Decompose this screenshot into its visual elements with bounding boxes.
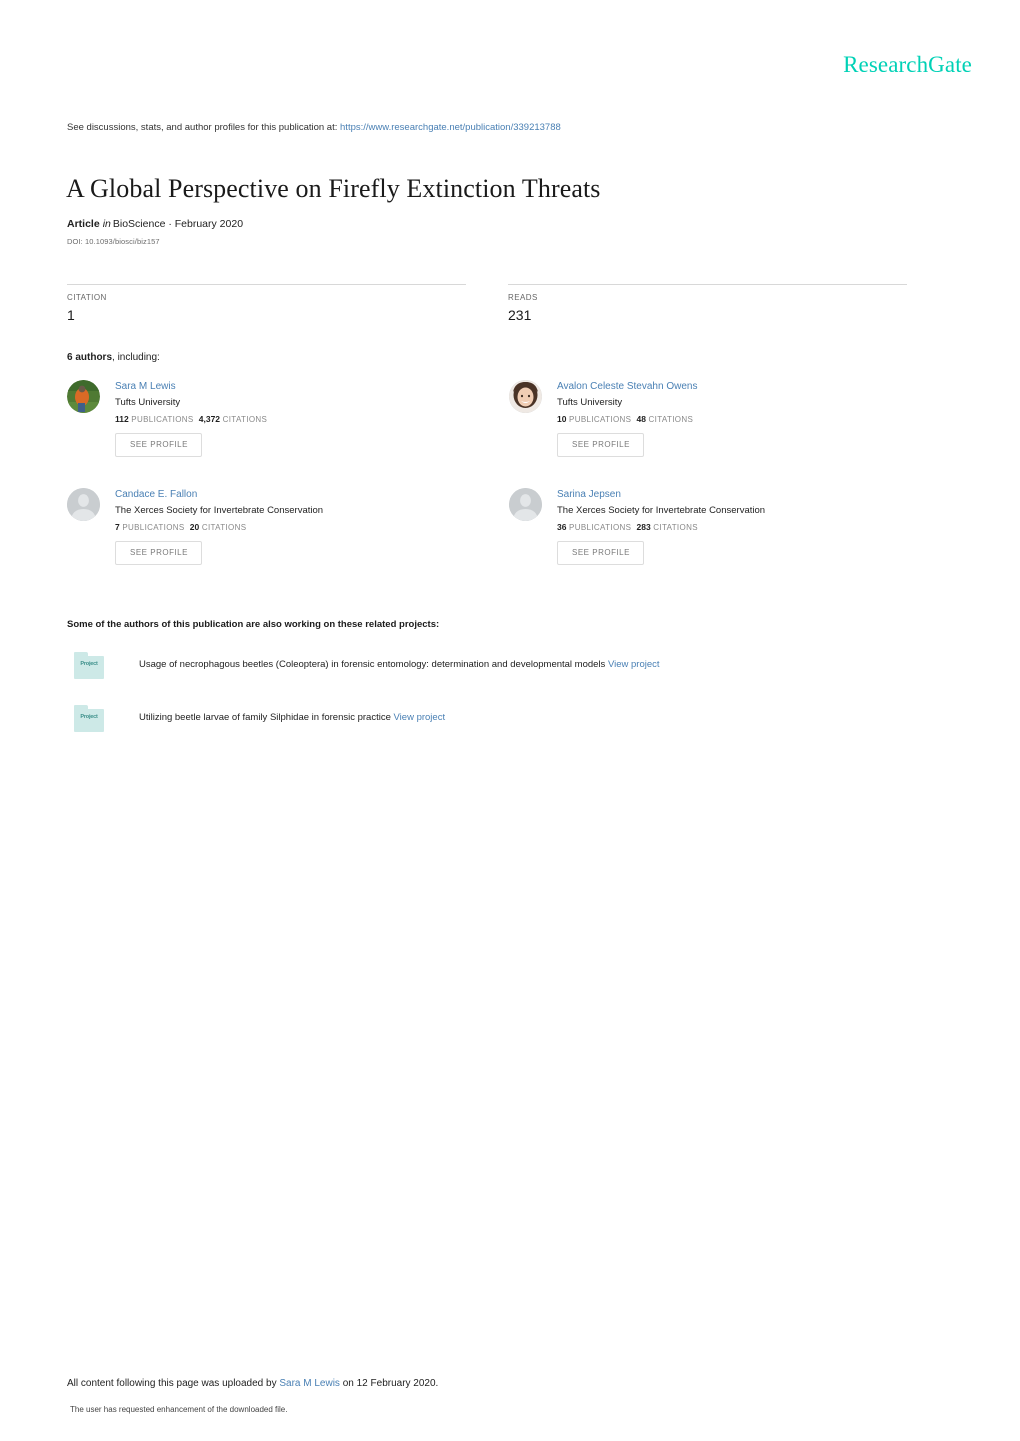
project-title: Usage of necrophagous beetles (Coleopter… bbox=[139, 659, 606, 670]
project-icon-label: Project bbox=[80, 661, 98, 667]
stat-value: 231 bbox=[508, 307, 532, 323]
avatar[interactable] bbox=[67, 380, 100, 413]
see-profile-button[interactable]: SEE PROFILE bbox=[115, 541, 202, 565]
project-folder-icon: Project bbox=[74, 652, 104, 679]
author-body: Candace E. Fallon The Xerces Society for… bbox=[115, 488, 487, 565]
author-stats: 10 PUBLICATIONS 48 CITATIONS bbox=[557, 414, 929, 425]
author-card: Avalon Celeste Stevahn Owens Tufts Unive… bbox=[509, 380, 929, 457]
see-profile-button[interactable]: SEE PROFILE bbox=[557, 433, 644, 457]
author-publications-label: PUBLICATIONS bbox=[131, 415, 194, 424]
author-body: Sarina Jepsen The Xerces Society for Inv… bbox=[557, 488, 929, 565]
stat-citation: CITATION 1 bbox=[67, 284, 466, 324]
author-citations-count: 283 bbox=[636, 522, 651, 532]
author-card: Sara M Lewis Tufts University 112 PUBLIC… bbox=[67, 380, 487, 457]
project-row: Project Usage of necrophagous beetles (C… bbox=[67, 652, 927, 679]
author-stats: 7 PUBLICATIONS 20 CITATIONS bbox=[115, 522, 487, 533]
author-affiliation: The Xerces Society for Invertebrate Cons… bbox=[115, 505, 324, 516]
avatar[interactable] bbox=[509, 380, 542, 413]
author-card: Sarina Jepsen The Xerces Society for Inv… bbox=[509, 488, 929, 565]
see-profile-button[interactable]: SEE PROFILE bbox=[115, 433, 202, 457]
upload-notice: All content following this page was uplo… bbox=[67, 1377, 438, 1391]
author-citations-label: CITATIONS bbox=[201, 523, 247, 532]
related-projects-heading: Some of the authors of this publication … bbox=[67, 619, 440, 630]
article-in-word: in bbox=[102, 218, 111, 230]
author-publications-count: 10 bbox=[557, 414, 567, 424]
author-publications-count: 36 bbox=[557, 522, 567, 532]
author-name-link[interactable]: Sara M Lewis bbox=[115, 380, 487, 393]
article-venue: BioScience · February 2020 bbox=[112, 218, 244, 230]
author-publications-label: PUBLICATIONS bbox=[122, 523, 185, 532]
article-type-label: Article bbox=[67, 218, 100, 230]
author-stats: 36 PUBLICATIONS 283 CITATIONS bbox=[557, 522, 929, 533]
publication-url-link[interactable]: https://www.researchgate.net/publication… bbox=[340, 122, 561, 133]
author-citations-count: 4,372 bbox=[198, 414, 221, 424]
enhancement-notice: The user has requested enhancement of th… bbox=[70, 1405, 288, 1414]
project-title: Utilizing beetle larvae of family Silphi… bbox=[139, 712, 391, 723]
stat-value: 1 bbox=[67, 307, 75, 323]
uploader-link[interactable]: Sara M Lewis bbox=[279, 1378, 340, 1389]
discussion-line: See discussions, stats, and author profi… bbox=[67, 122, 561, 134]
page-title: A Global Perspective on Firefly Extincti… bbox=[66, 174, 601, 204]
author-body: Avalon Celeste Stevahn Owens Tufts Unive… bbox=[557, 380, 929, 457]
discussion-prefix: See discussions, stats, and author profi… bbox=[67, 122, 338, 133]
author-name-link[interactable]: Sarina Jepsen bbox=[557, 488, 929, 501]
author-affiliation: Tufts University bbox=[115, 397, 181, 408]
author-body: Sara M Lewis Tufts University 112 PUBLIC… bbox=[115, 380, 487, 457]
article-doi: DOI: 10.1093/biosci/biz157 bbox=[67, 237, 160, 246]
author-citations-label: CITATIONS bbox=[222, 415, 268, 424]
project-text: Usage of necrophagous beetles (Coleopter… bbox=[139, 652, 927, 672]
see-profile-button[interactable]: SEE PROFILE bbox=[557, 541, 644, 565]
author-publications-count: 7 bbox=[115, 522, 120, 532]
stat-label: READS bbox=[508, 293, 538, 302]
author-publications-label: PUBLICATIONS bbox=[569, 415, 632, 424]
author-name-link[interactable]: Avalon Celeste Stevahn Owens bbox=[557, 380, 929, 393]
stat-label: CITATION bbox=[67, 293, 107, 302]
researchgate-logo[interactable]: ResearchGate bbox=[843, 52, 972, 78]
author-stats: 112 PUBLICATIONS 4,372 CITATIONS bbox=[115, 414, 487, 425]
authors-heading: 6 authors, including: bbox=[67, 351, 160, 364]
authors-count-suffix: , including: bbox=[112, 352, 160, 363]
avatar-placeholder-icon[interactable] bbox=[67, 488, 100, 521]
project-row: Project Utilizing beetle larvae of famil… bbox=[67, 705, 927, 732]
authors-count: 6 authors bbox=[67, 352, 113, 363]
view-project-link[interactable]: View project bbox=[394, 712, 446, 723]
author-affiliation: The Xerces Society for Invertebrate Cons… bbox=[557, 505, 766, 516]
article-meta: Article in BioScience · February 2020 bbox=[67, 217, 243, 231]
avatar-placeholder-icon[interactable] bbox=[509, 488, 542, 521]
upload-notice-suffix: on 12 February 2020. bbox=[339, 1378, 439, 1389]
author-name-link[interactable]: Candace E. Fallon bbox=[115, 488, 487, 501]
researchgate-cover-page: ResearchGate See discussions, stats, and… bbox=[0, 0, 1020, 1441]
project-text: Utilizing beetle larvae of family Silphi… bbox=[139, 705, 927, 725]
view-project-link[interactable]: View project bbox=[608, 659, 660, 670]
author-publications-count: 112 bbox=[115, 414, 129, 424]
author-citations-label: CITATIONS bbox=[653, 523, 698, 532]
author-card: Candace E. Fallon The Xerces Society for… bbox=[67, 488, 487, 565]
author-citations-label: CITATIONS bbox=[648, 415, 694, 424]
author-affiliation: Tufts University bbox=[557, 397, 623, 408]
author-publications-label: PUBLICATIONS bbox=[569, 523, 632, 532]
project-icon-label: Project bbox=[80, 714, 98, 720]
stat-divider bbox=[508, 284, 907, 285]
upload-notice-prefix: All content following this page was uplo… bbox=[67, 1378, 280, 1389]
stat-divider bbox=[67, 284, 466, 285]
author-citations-count: 20 bbox=[189, 522, 200, 532]
stat-reads: READS 231 bbox=[508, 284, 907, 324]
author-citations-count: 48 bbox=[636, 414, 646, 424]
project-folder-icon: Project bbox=[74, 705, 104, 732]
researchgate-logo-text: ResearchGate bbox=[843, 52, 972, 77]
